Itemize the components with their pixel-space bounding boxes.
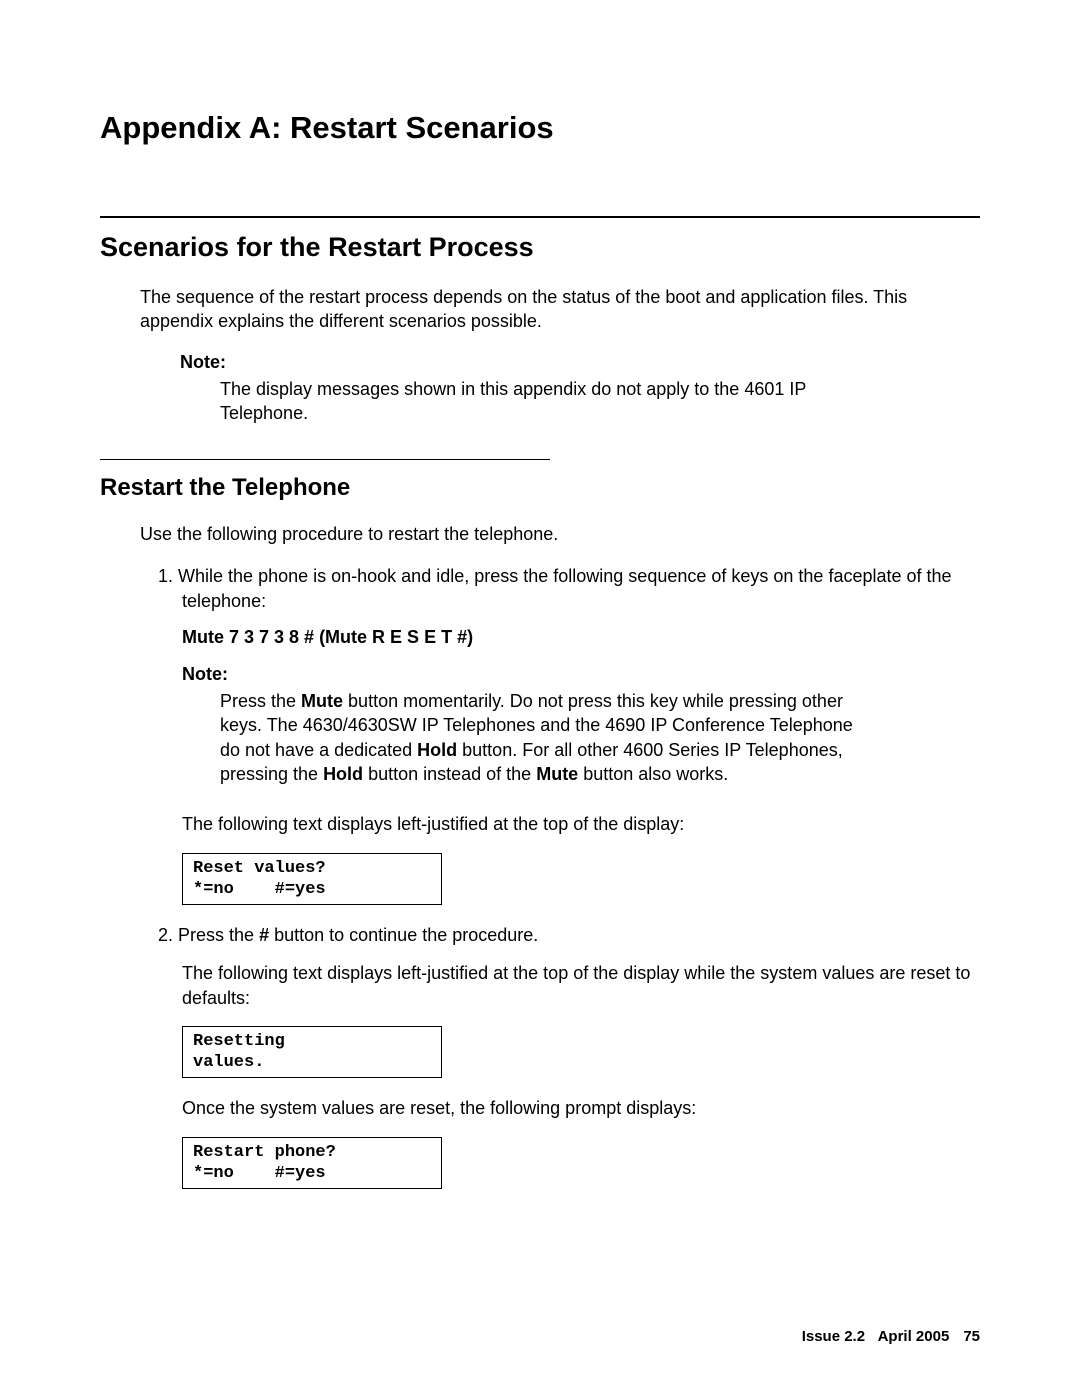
step1-followup: The following text displays left-justifi… xyxy=(182,812,980,836)
step-2: 2. Press the # button to continue the pr… xyxy=(158,923,980,947)
page-footer: Issue 2.2 April 2005 75 xyxy=(802,1328,980,1345)
note-label-2: Note: xyxy=(182,664,980,685)
note-text: Press the xyxy=(220,691,301,711)
note-body-2: Press the Mute button momentarily. Do no… xyxy=(220,689,870,786)
bold-mute-2: Mute xyxy=(536,764,578,784)
section-intro: The sequence of the restart process depe… xyxy=(140,285,980,334)
step-text-pre: Press the xyxy=(178,925,259,945)
mute-sequence: Mute 7 3 7 3 8 # (Mute R E S E T #) xyxy=(182,627,980,648)
subsection-heading: Restart the Telephone xyxy=(100,474,980,502)
step-number: 1. xyxy=(158,566,173,586)
procedure-list: 1. While the phone is on-hook and idle, … xyxy=(158,564,980,613)
note-body: The display messages shown in this appen… xyxy=(220,377,870,426)
display-box-1: Reset values? *=no #=yes xyxy=(182,853,442,906)
bold-mute-1: Mute xyxy=(301,691,343,711)
footer-issue: Issue 2.2 xyxy=(802,1328,865,1345)
procedure-list-2: 2. Press the # button to continue the pr… xyxy=(158,923,980,947)
section-heading: Scenarios for the Restart Process xyxy=(100,232,980,263)
section-rule xyxy=(100,216,980,218)
footer-page: 75 xyxy=(963,1328,980,1345)
step-number: 2. xyxy=(158,925,173,945)
step-1: 1. While the phone is on-hook and idle, … xyxy=(158,564,980,613)
subsection-rule xyxy=(100,459,550,460)
step-text: While the phone is on-hook and idle, pre… xyxy=(178,566,952,610)
section-scenarios: Scenarios for the Restart Process The se… xyxy=(100,216,980,425)
step-text-post: button to continue the procedure. xyxy=(269,925,538,945)
section-restart: Restart the Telephone Use the following … xyxy=(100,459,980,1189)
step2-followup: The following text displays left-justifi… xyxy=(182,961,980,1010)
note-text: button instead of the xyxy=(363,764,536,784)
step2-final: Once the system values are reset, the fo… xyxy=(182,1096,980,1120)
display-box-3: Restart phone? *=no #=yes xyxy=(182,1137,442,1190)
display-box-2: Resetting values. xyxy=(182,1026,442,1079)
note-label: Note: xyxy=(180,352,980,373)
note-text: button also works. xyxy=(578,764,728,784)
subsection-intro: Use the following procedure to restart t… xyxy=(140,522,980,546)
footer-date: April 2005 xyxy=(878,1328,950,1345)
bold-hold-2: Hold xyxy=(323,764,363,784)
appendix-title: Appendix A: Restart Scenarios xyxy=(100,110,980,146)
bold-hold-1: Hold xyxy=(417,740,457,760)
hash-key: # xyxy=(259,925,269,945)
